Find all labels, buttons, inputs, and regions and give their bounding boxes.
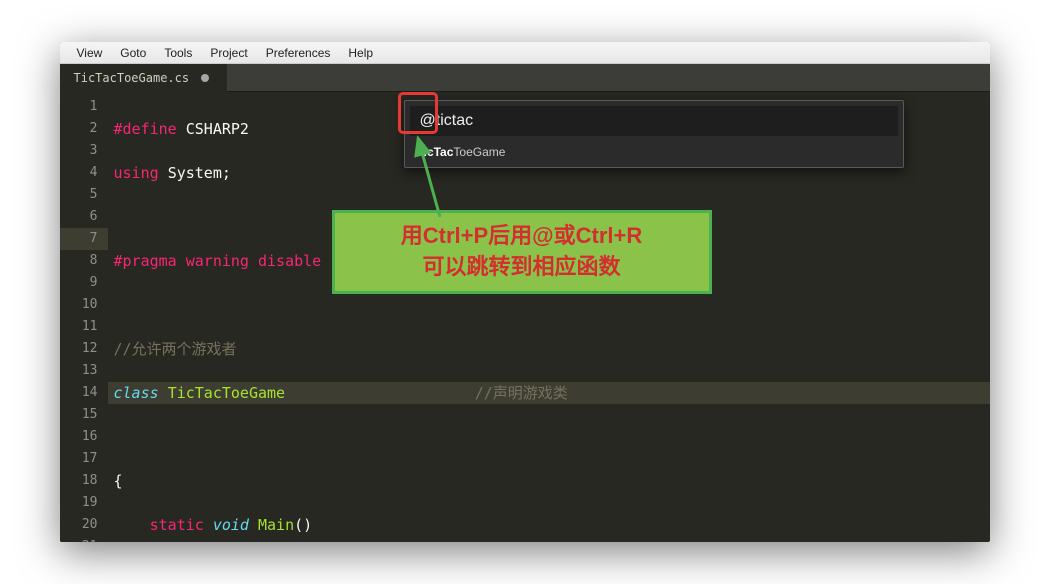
editor-window: View Goto Tools Project Preferences Help…: [60, 42, 990, 542]
menu-goto[interactable]: Goto: [111, 46, 155, 60]
t: #define: [114, 120, 177, 138]
t: (): [294, 516, 312, 534]
t: Main: [258, 516, 294, 534]
t: class: [114, 384, 159, 402]
goto-input[interactable]: [410, 106, 898, 136]
menu-preferences[interactable]: Preferences: [257, 46, 340, 60]
t: TicTacToeGame: [168, 384, 285, 402]
tab-filename: TicTacToeGame.cs: [74, 71, 190, 85]
goto-anything-panel: TicTacToeGame: [404, 100, 904, 168]
t: //声明游戏类: [475, 384, 568, 402]
menu-project[interactable]: Project: [201, 46, 256, 60]
tab-dirty-icon[interactable]: [201, 74, 209, 82]
menu-help[interactable]: Help: [339, 46, 382, 60]
t: CSHARP2: [186, 120, 249, 138]
line-gutter: 12345678910111213141516171819202122: [60, 92, 108, 542]
annotation-line1: 用Ctrl+P后用@或Ctrl+R: [341, 221, 703, 252]
annotation-callout: 用Ctrl+P后用@或Ctrl+R 可以跳转到相应函数: [332, 210, 712, 294]
goto-result-match: TicTac: [417, 145, 454, 159]
t: using: [114, 164, 159, 182]
menu-view[interactable]: View: [68, 46, 112, 60]
tab-file[interactable]: TicTacToeGame.cs: [60, 64, 228, 92]
t: #pragma warning disable: [114, 252, 322, 270]
tab-bar: TicTacToeGame.cs: [60, 64, 990, 92]
annotation-line2: 可以跳转到相应函数: [341, 252, 703, 283]
menu-bar: View Goto Tools Project Preferences Help: [60, 42, 990, 64]
menu-tools[interactable]: Tools: [155, 46, 201, 60]
t: //允许两个游戏者: [114, 340, 237, 358]
t: System: [168, 164, 222, 182]
goto-result-item[interactable]: TicTacToeGame: [405, 141, 903, 167]
goto-result-rest: ToeGame: [453, 145, 505, 159]
t: static: [150, 516, 204, 534]
t: void: [213, 516, 249, 534]
